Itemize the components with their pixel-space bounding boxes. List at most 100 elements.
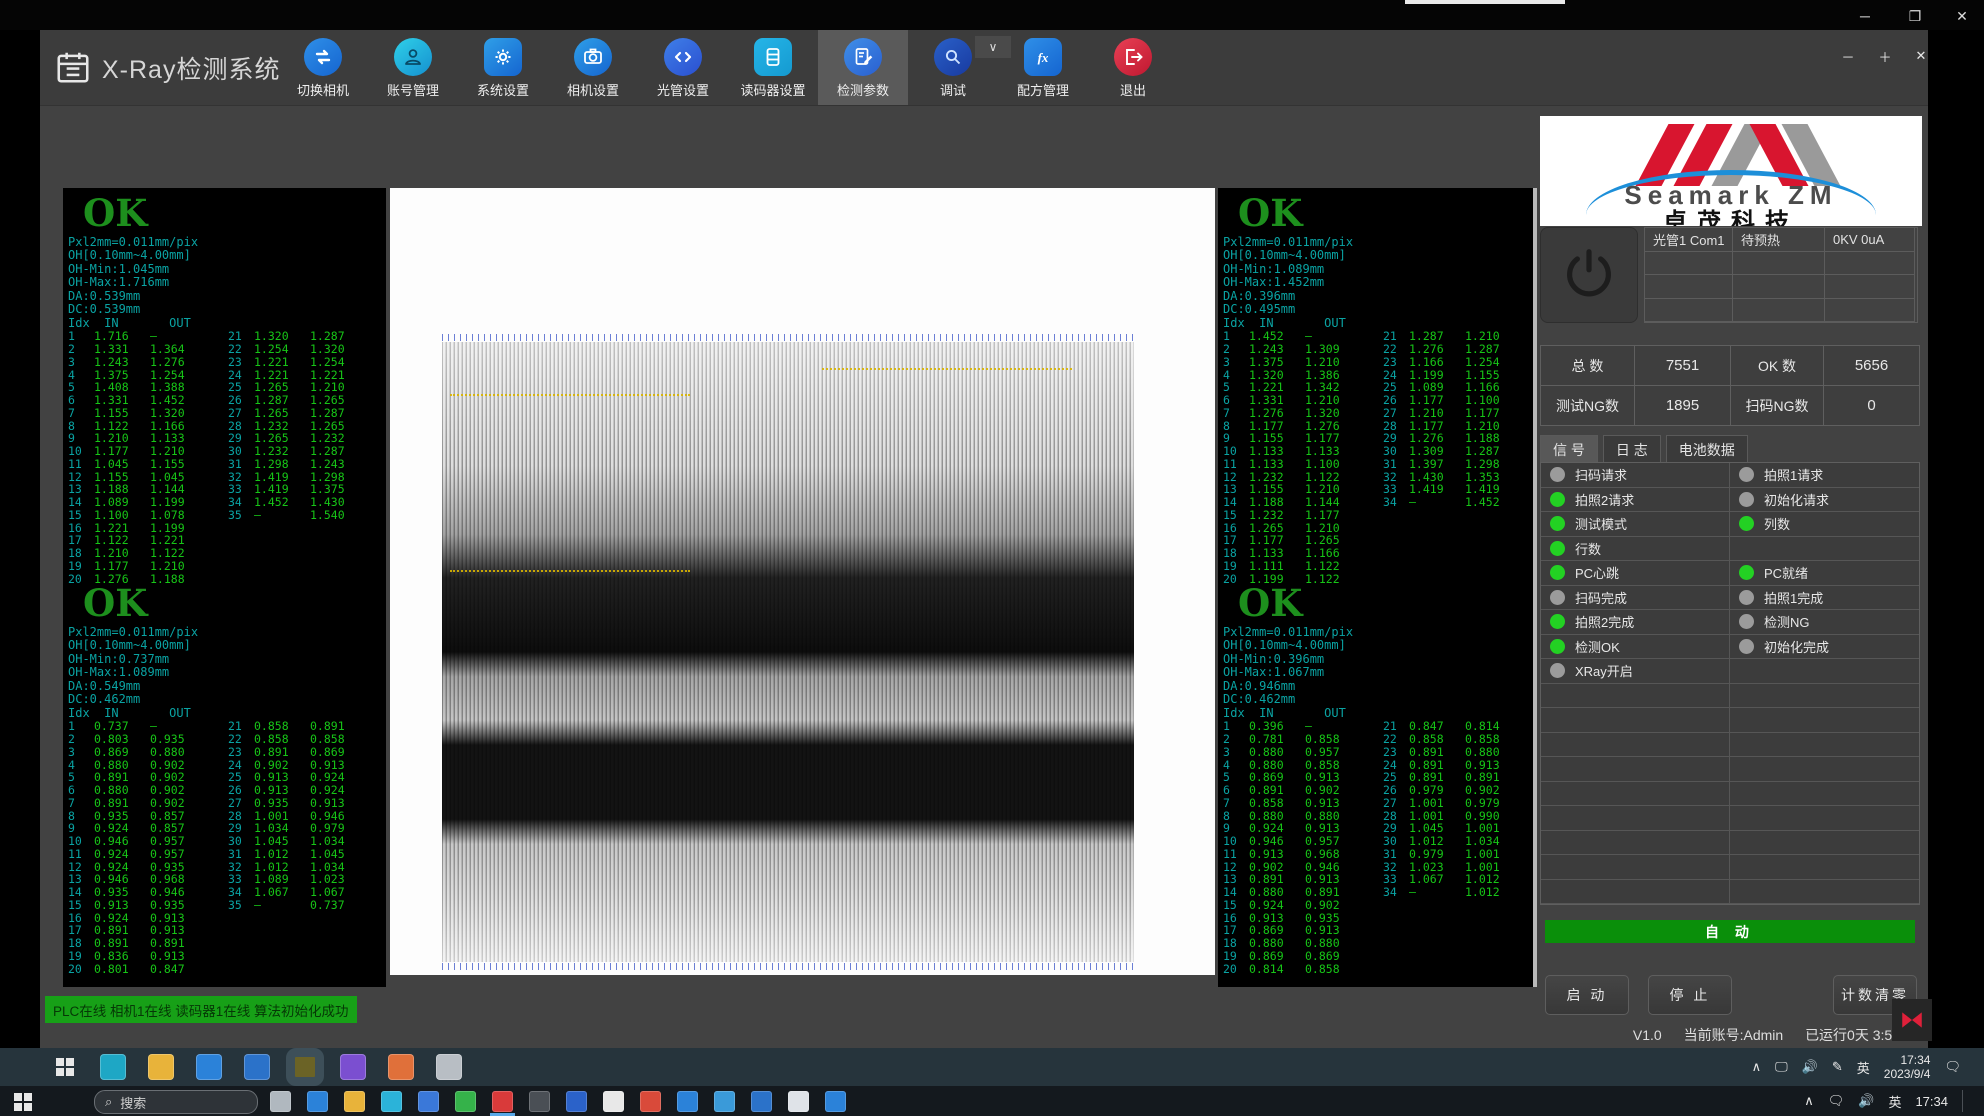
signal-cell-empty (1541, 757, 1730, 781)
button-停止[interactable]: 停 止 (1648, 975, 1732, 1015)
toolbar-item-fx[interactable]: fx配方管理 (998, 30, 1088, 105)
pinned-app-3-icon[interactable] (344, 1091, 365, 1112)
result-status: OK (63, 580, 386, 626)
signal-label: PC心跳 (1575, 563, 1619, 582)
toolbar-item-user[interactable]: 账号管理 (368, 30, 458, 105)
toolbar-item-doc-edit[interactable]: 检测参数 (818, 30, 908, 105)
store-icon[interactable] (196, 1054, 222, 1080)
pinned-app-16-icon[interactable] (825, 1091, 846, 1112)
language-indicator[interactable]: 英 (1857, 1058, 1870, 1077)
app-gray-icon[interactable] (436, 1054, 462, 1080)
pinned-app-9-icon[interactable] (566, 1091, 587, 1112)
mail-icon[interactable] (244, 1054, 270, 1080)
edge-browser-icon[interactable] (100, 1054, 126, 1080)
tab-信号[interactable]: 信 号 (1540, 435, 1598, 463)
signal-XRay开启: XRay开启 (1541, 659, 1730, 683)
signal-indicator-dot (1550, 639, 1565, 654)
monitor-icon[interactable]: 🖵 (1775, 1059, 1788, 1075)
signal-indicator-dot (1550, 590, 1565, 605)
pinned-app-12-icon[interactable] (677, 1091, 698, 1112)
measurement-row: 271.0010.979 (1383, 797, 1521, 810)
measurement-row: 81.1221.166 (68, 420, 206, 433)
tab-日志[interactable]: 日 志 (1603, 435, 1661, 463)
outer-close-button[interactable]: ✕ (1942, 4, 1982, 28)
show-desktop-button[interactable] (1962, 1090, 1967, 1112)
signal-label: 拍照2完成 (1575, 612, 1634, 631)
start-button[interactable] (52, 1054, 78, 1080)
tray2-volume-icon[interactable]: 🔊 (1858, 1093, 1874, 1109)
pinned-app-1-icon[interactable] (270, 1091, 291, 1112)
tube-cell (1733, 275, 1825, 299)
file-explorer-icon[interactable] (148, 1054, 174, 1080)
measurement-row: 70.8910.902 (68, 797, 206, 810)
measurement-row: 301.0121.034 (1383, 835, 1521, 848)
measurement-row: 170.8910.913 (68, 924, 206, 937)
signal-row-empty (1541, 831, 1919, 856)
measurement-row: 101.1331.133 (1223, 445, 1361, 458)
signal-cell-empty (1541, 708, 1730, 732)
pinned-app-10-icon[interactable] (603, 1091, 624, 1112)
pinned-app-11-icon[interactable] (640, 1091, 661, 1112)
app-purple-icon[interactable] (340, 1054, 366, 1080)
pinned-app-7-icon[interactable] (492, 1091, 513, 1112)
measurement-row: 200.8010.847 (68, 963, 206, 976)
toolbar-item-gear[interactable]: 系统设置 (458, 30, 548, 105)
action-center-icon[interactable]: 🗨 (1944, 1059, 1961, 1075)
signal-cell-empty (1730, 782, 1919, 806)
measurement-row: 171.1771.265 (1223, 534, 1361, 547)
measurement-row: 301.2321.287 (228, 445, 366, 458)
outer-minimize-button[interactable]: ─ (1845, 4, 1885, 28)
start-button-2[interactable] (14, 1093, 32, 1111)
tray-chevron-icon[interactable]: ∧ (1752, 1059, 1762, 1075)
pinned-app-14-icon[interactable] (751, 1091, 772, 1112)
tray2-clock[interactable]: 17:34 (1915, 1094, 1948, 1109)
signal-初始化请求: 初始化请求 (1730, 488, 1919, 512)
pinned-app-5-icon[interactable] (418, 1091, 439, 1112)
tray2-chevron-icon[interactable]: ∧ (1804, 1093, 1814, 1109)
toolbar-item-reader[interactable]: 读码器设置 (728, 30, 818, 105)
xray-power-button[interactable] (1540, 227, 1638, 323)
button-启动[interactable]: 启 动 (1545, 975, 1629, 1015)
search-box[interactable]: ⌕ 搜索 (94, 1090, 258, 1114)
toolbar-item-code[interactable]: 光管设置 (638, 30, 728, 105)
measurement-row: 35–1.540 (228, 509, 366, 522)
pinned-app-4-icon[interactable] (381, 1091, 402, 1112)
measurement-row: 260.9130.924 (228, 784, 366, 797)
app-maximize-button[interactable]: ＋ (1872, 46, 1898, 66)
clock[interactable]: 17:342023/9/4 (1884, 1053, 1931, 1081)
app-close-button[interactable]: ✕ (1908, 46, 1934, 66)
sidebar-footer: V1.0 当前账号:Admin 已运行0天 3:52 (1540, 1025, 1900, 1045)
control-sidebar: Seamark ZM 卓茂科技 光管1 Com1待预热0KV 0uA 总 数 7… (1540, 116, 1933, 1048)
toolbar-item-exit[interactable]: 退出 (1088, 30, 1178, 105)
pinned-app-13-icon[interactable] (714, 1091, 735, 1112)
measurement-header-line: OH-Max:1.452mm (1218, 276, 1537, 289)
xray-app-icon[interactable] (292, 1054, 318, 1080)
measurement-row: 261.2871.265 (228, 394, 366, 407)
volume-icon[interactable]: 🔊 (1802, 1059, 1818, 1075)
measurement-row: 301.0451.034 (228, 835, 366, 848)
toolbar-collapse-button[interactable]: ∨ (975, 36, 1011, 58)
measurement-row: 270.9350.913 (228, 797, 366, 810)
toolbar-item-label: 退出 (1120, 80, 1146, 99)
pen-icon[interactable]: ✎ (1832, 1059, 1843, 1075)
measurement-header-line: OH-Max:1.716mm (63, 276, 386, 289)
pinned-app-6-icon[interactable] (455, 1091, 476, 1112)
app-orange-icon[interactable] (388, 1054, 414, 1080)
pinned-app-15-icon[interactable] (788, 1091, 809, 1112)
toolbar-item-swap[interactable]: 切换相机 (278, 30, 368, 105)
tray2-language-indicator[interactable]: 英 (1888, 1092, 1901, 1111)
tab-电池数据[interactable]: 电池数据 (1666, 435, 1748, 463)
tray2-chat-icon[interactable]: 🗨 (1828, 1093, 1845, 1109)
measurement-row: 10.737– (68, 720, 206, 733)
measurement-header-line: DA:0.549mm (63, 680, 386, 693)
signal-扫码完成: 扫码完成 (1541, 586, 1730, 610)
measurement-row: 250.9130.924 (228, 771, 366, 784)
outer-maximize-button[interactable]: ❐ (1895, 4, 1935, 28)
app-minimize-button[interactable]: － (1835, 46, 1861, 66)
measurement-row: 171.1221.221 (68, 534, 206, 547)
pinned-app-8-icon[interactable] (529, 1091, 550, 1112)
pinned-app-2-icon[interactable] (307, 1091, 328, 1112)
account-label: 当前账号:Admin (1684, 1027, 1784, 1043)
tube-cell: 0KV 0uA (1825, 228, 1915, 252)
toolbar-item-camera[interactable]: 相机设置 (548, 30, 638, 105)
